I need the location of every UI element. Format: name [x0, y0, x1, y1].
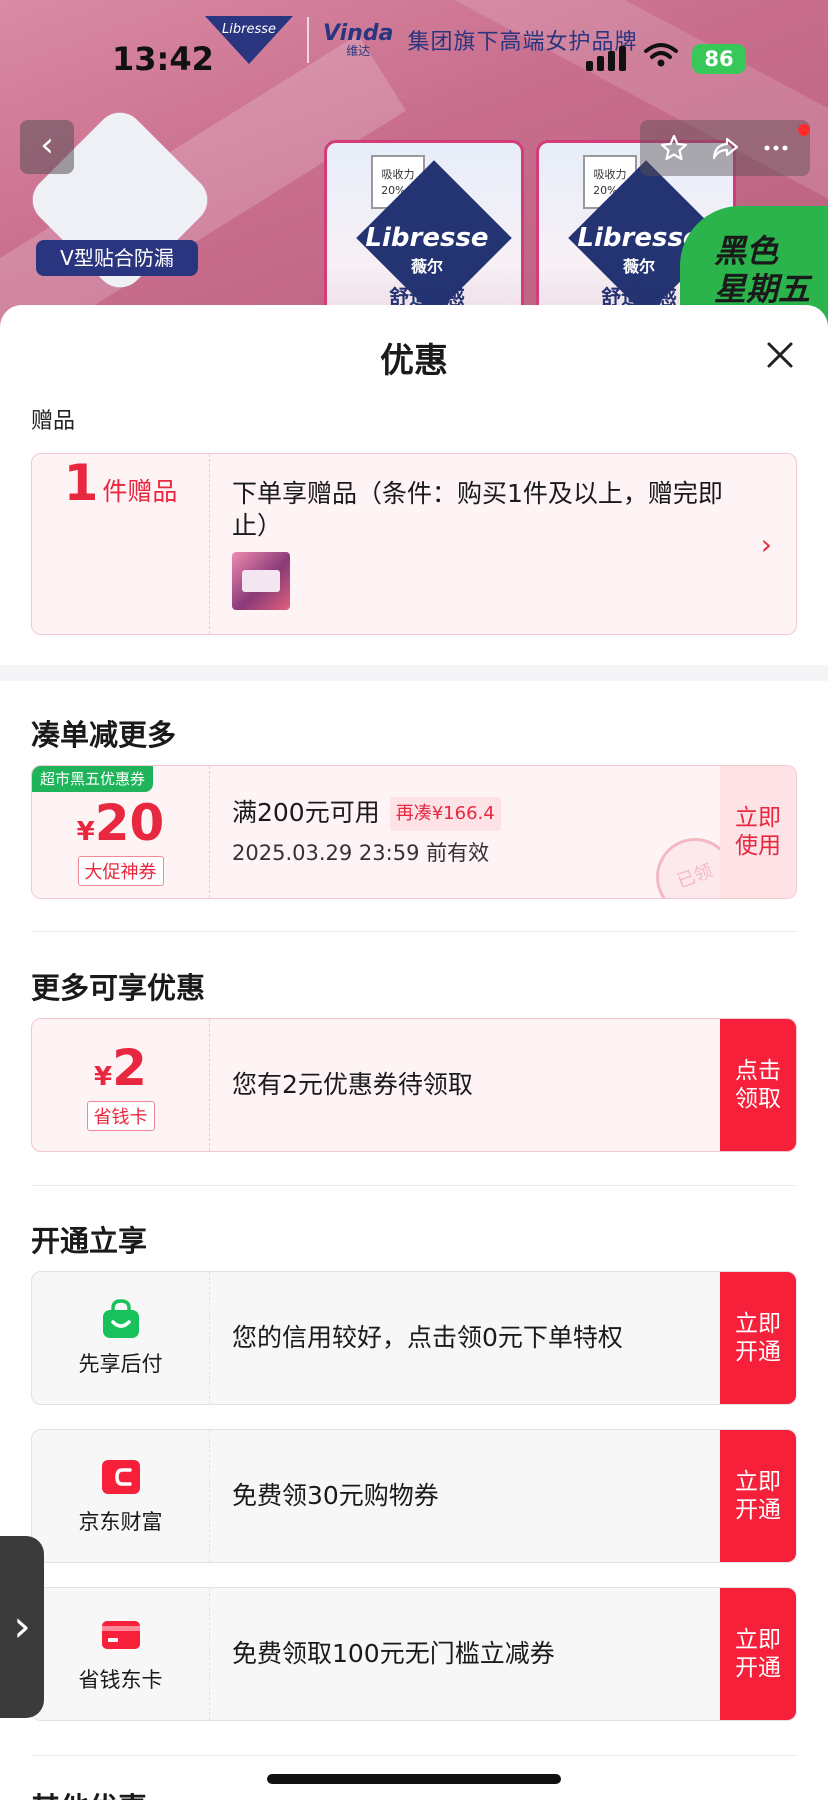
status-time: 13:42 — [112, 40, 214, 78]
coupon-condition: 满200元可用 再凑¥166.4 — [232, 797, 716, 831]
service-brand-block: 省钱东卡 — [32, 1588, 210, 1720]
nav-actions — [640, 120, 810, 176]
more-offers-title: 更多可享优惠 — [31, 971, 206, 1005]
v-shape-label: V型贴合防漏 — [36, 240, 198, 276]
saving-card-coupon[interactable]: ¥2 省钱卡 您有2元优惠券待领取 点击领取 — [31, 1018, 797, 1152]
service-name: 先享后付 — [78, 1352, 163, 1376]
divider — [31, 931, 797, 932]
activate-button[interactable]: 立即开通 — [720, 1272, 796, 1404]
gift-info: 下单享赠品（条件：购买1件及以上，赠完即止） — [232, 454, 726, 634]
service-desc: 您的信用较好，点击领0元下单特权 — [232, 1323, 623, 1352]
gift-section-label: 赠品 — [31, 409, 76, 434]
coupon-info: 满200元可用 再凑¥166.4 2025.03.29 23:59 前有效 — [232, 766, 716, 898]
gift-count: 1 — [63, 454, 99, 512]
chevron-right-icon: › — [760, 528, 772, 561]
back-button[interactable]: ‹ — [20, 120, 74, 174]
gift-count-block: 1 件赠品 — [32, 454, 210, 634]
divider — [31, 1755, 797, 1756]
saving-info: 您有2元优惠券待领取 — [232, 1019, 716, 1151]
card-icon — [101, 1621, 140, 1649]
gift-thumbnail — [232, 552, 290, 610]
service-card-pay-later[interactable]: 先享后付 您的信用较好，点击领0元下单特权 立即开通 — [31, 1271, 797, 1405]
coupon-remaining-pill: 再凑¥166.4 — [389, 797, 501, 831]
activate-button[interactable]: 立即开通 — [720, 1430, 796, 1562]
service-info: 免费领取100元无门槛立减券 — [232, 1588, 716, 1720]
coupon-value-block: ¥20 大促神券 — [32, 766, 210, 898]
sheet-title: 优惠 — [380, 341, 448, 381]
home-indicator[interactable] — [267, 1774, 561, 1784]
section-divider — [0, 665, 828, 681]
black-friday-line: 星期五 — [714, 270, 811, 308]
side-drawer-handle[interactable]: › — [0, 1536, 44, 1718]
service-name: 京东财富 — [78, 1510, 163, 1534]
discount-sheet: 优惠 赠品 1 件赠品 下单享赠品（条件：购买1件及以上，赠完即止） › 凑单减… — [0, 305, 828, 1800]
notification-dot — [798, 124, 810, 136]
wallet-icon — [101, 1460, 140, 1494]
saving-price: ¥2 — [94, 1039, 147, 1097]
activate-title: 开通立享 — [31, 1224, 148, 1258]
service-brand-block: 京东财富 — [32, 1430, 210, 1562]
saving-desc: 您有2元优惠券待领取 — [232, 1070, 473, 1099]
close-icon[interactable] — [760, 335, 800, 375]
service-card-jd-finance[interactable]: 京东财富 免费领30元购物券 立即开通 — [31, 1429, 797, 1563]
battery-indicator: 86 — [692, 44, 746, 74]
saving-value-block: ¥2 省钱卡 — [32, 1019, 210, 1151]
activate-button[interactable]: 立即开通 — [720, 1588, 796, 1720]
claim-button[interactable]: 点击领取 — [720, 1019, 796, 1151]
gift-unit: 件赠品 — [102, 477, 178, 506]
service-desc: 免费领30元购物券 — [232, 1481, 439, 1510]
gift-card[interactable]: 1 件赠品 下单享赠品（条件：购买1件及以上，赠完即止） › — [31, 453, 797, 635]
more-icon[interactable] — [761, 133, 791, 163]
service-info: 免费领30元购物券 — [232, 1430, 716, 1562]
coupon-tag: 大促神券 — [77, 856, 164, 886]
coupon-price: ¥20 — [76, 794, 165, 852]
shopping-bag-icon — [102, 1299, 139, 1338]
service-desc: 免费领取100元无门槛立减券 — [232, 1639, 555, 1668]
service-info: 您的信用较好，点击领0元下单特权 — [232, 1272, 716, 1404]
wifi-icon — [644, 43, 678, 67]
use-now-button[interactable]: 立即使用 — [720, 766, 796, 898]
saving-tag: 省钱卡 — [86, 1101, 155, 1131]
status-bar: 13:42 86 — [0, 0, 828, 120]
cellular-signal-icon — [586, 46, 626, 71]
coupon-expiry: 2025.03.29 23:59 前有效 — [232, 841, 490, 865]
other-offers-title: 其他优惠 — [31, 1785, 147, 1800]
share-icon[interactable] — [710, 133, 740, 163]
black-friday-line: 黑色 — [714, 232, 779, 270]
divider — [31, 1185, 797, 1186]
service-name: 省钱东卡 — [78, 1668, 163, 1692]
star-icon[interactable] — [659, 133, 689, 163]
service-brand-block: 先享后付 — [32, 1272, 210, 1404]
pack-brand: Libresse 薇尔 — [365, 223, 489, 276]
gift-desc: 下单享赠品（条件：购买1件及以上，赠完即止） — [232, 479, 723, 540]
service-card-saving-card[interactable]: 省钱东卡 免费领取100元无门槛立减券 立即开通 — [31, 1587, 797, 1721]
coupon-card[interactable]: 超市黑五优惠券 ¥20 大促神券 满200元可用 再凑¥166.4 2025.03… — [31, 765, 797, 899]
more-deals-title: 凑单减更多 — [31, 718, 177, 752]
